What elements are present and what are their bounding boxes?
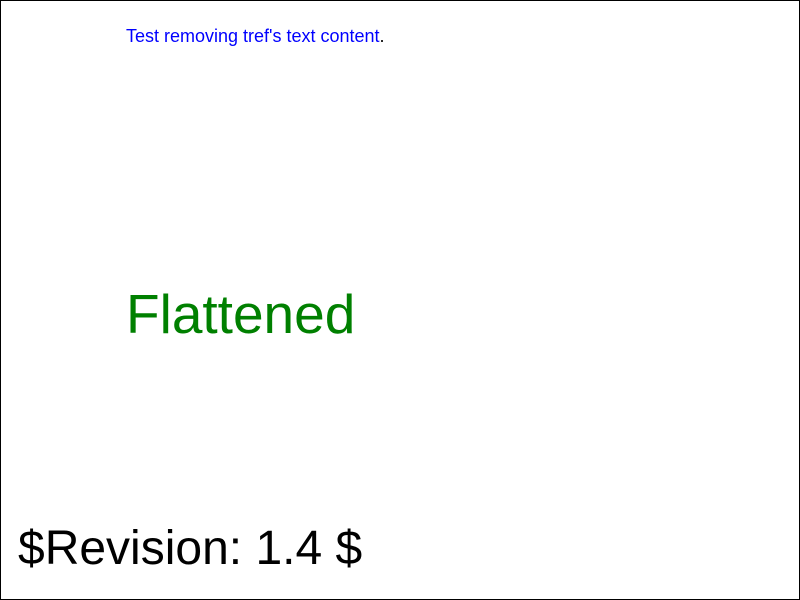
test-title: Test removing tref's text content. [126,25,385,47]
revision-label: $Revision: 1.4 $ [18,522,363,575]
test-title-text: Test removing tref's text content [126,26,380,46]
test-frame: Test removing tref's text content. Flatt… [0,0,800,600]
test-title-period: . [379,26,385,46]
flattened-text: Flattened [126,283,356,345]
